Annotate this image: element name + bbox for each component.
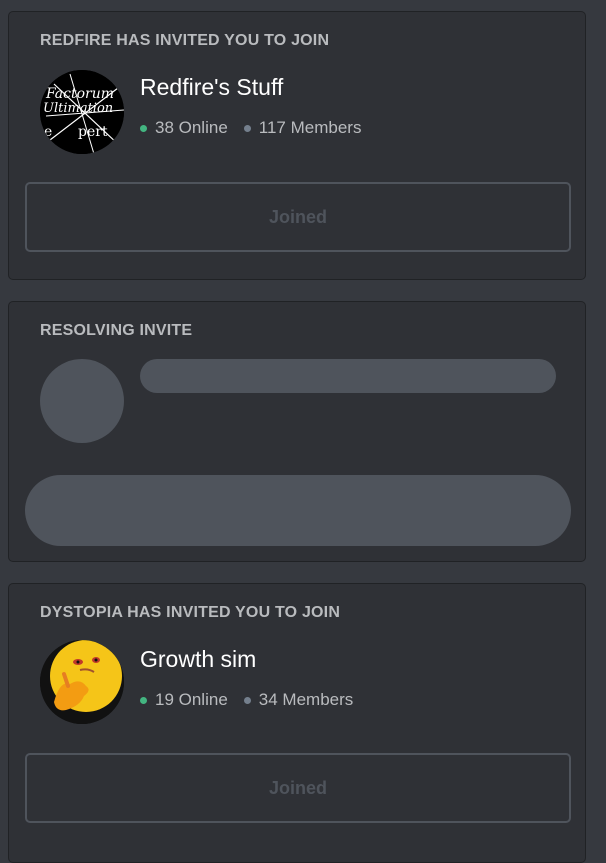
members-dot-icon <box>243 124 251 132</box>
svg-text:Factorum: Factorum <box>45 86 114 102</box>
invite-header: REDFIRE HAS INVITED YOU TO JOIN <box>40 32 330 49</box>
invite-card-dystopia: DYSTOPIA HAS INVITED YOU TO JOIN Growth … <box>8 583 586 863</box>
skeleton-avatar <box>40 359 124 443</box>
online-count: 38 Online <box>155 118 228 137</box>
skeleton-server-name <box>140 359 556 393</box>
server-stats: 19 Online 34 Members <box>140 690 353 710</box>
online-count: 19 Online <box>155 690 228 709</box>
invite-card-redfire: REDFIRE HAS INVITED YOU TO JOIN Factorum… <box>8 11 586 280</box>
members-dot-icon <box>243 696 251 704</box>
joined-button[interactable]: Joined <box>25 753 571 823</box>
online-dot-icon <box>140 696 147 704</box>
server-stats: 38 Online 117 Members <box>140 118 361 138</box>
server-name: Growth sim <box>140 646 257 672</box>
thinking-emoji-icon <box>40 640 124 724</box>
server-avatar-growth-sim <box>40 640 124 724</box>
svg-text:pert: pert <box>78 124 108 140</box>
server-avatar-factorum: Factorum Ultimation e pert <box>40 70 124 154</box>
skeleton-button <box>25 475 571 546</box>
joined-button[interactable]: Joined <box>25 182 571 252</box>
invite-header: DYSTOPIA HAS INVITED YOU TO JOIN <box>40 604 341 621</box>
svg-text:Ultimation: Ultimation <box>43 101 113 116</box>
online-dot-icon <box>140 124 147 132</box>
invite-card-resolving: RESOLVING INVITE <box>8 301 586 562</box>
invite-header: RESOLVING INVITE <box>40 322 193 339</box>
factorum-logo-icon: Factorum Ultimation e pert <box>40 70 124 154</box>
svg-text:e: e <box>44 124 52 140</box>
server-name: Redfire's Stuff <box>140 74 284 100</box>
member-count: 34 Members <box>258 690 354 709</box>
member-count: 117 Members <box>258 118 362 137</box>
